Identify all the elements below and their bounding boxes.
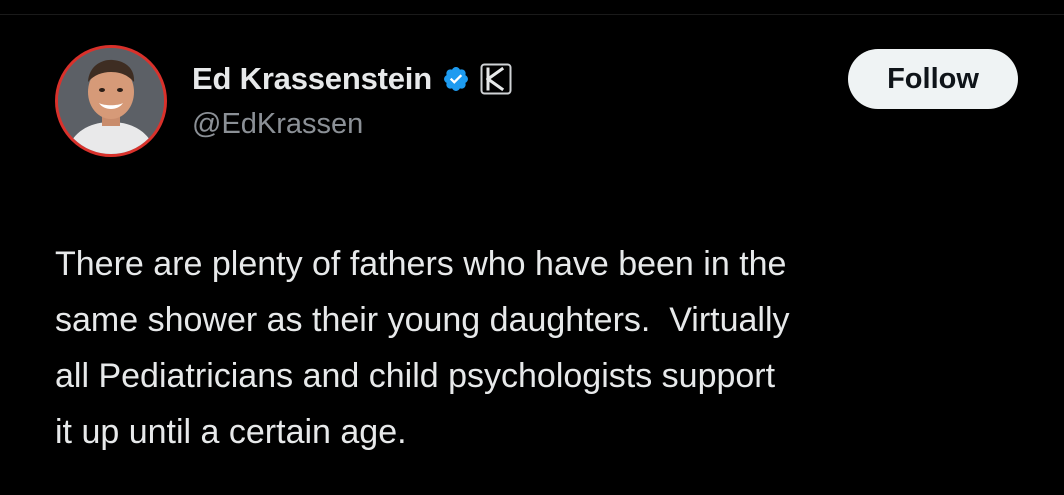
k-affiliate-badge-icon[interactable] [480, 63, 512, 95]
tweet-text-line: it up until a certain age. [55, 413, 407, 451]
tweet-card: Ed Krassenstein @EdKrassen Follow There … [0, 0, 1064, 495]
tweet-text-line: same shower as their young daughters. Vi… [55, 301, 790, 339]
author-handle[interactable]: @EdKrassen [192, 108, 363, 141]
author-name[interactable]: Ed Krassenstein [192, 61, 432, 97]
avatar[interactable] [55, 45, 167, 157]
author-name-row: Ed Krassenstein [192, 58, 512, 100]
divider [0, 14, 1064, 15]
verified-badge-icon[interactable] [442, 65, 470, 93]
profile-photo-icon [58, 48, 164, 154]
tweet-text: There are plenty of fathers who have bee… [55, 236, 1045, 460]
follow-button[interactable]: Follow [848, 49, 1018, 109]
tweet-text-line: all Pediatricians and child psychologist… [55, 357, 776, 395]
tweet-text-line: There are plenty of fathers who have bee… [55, 245, 787, 283]
